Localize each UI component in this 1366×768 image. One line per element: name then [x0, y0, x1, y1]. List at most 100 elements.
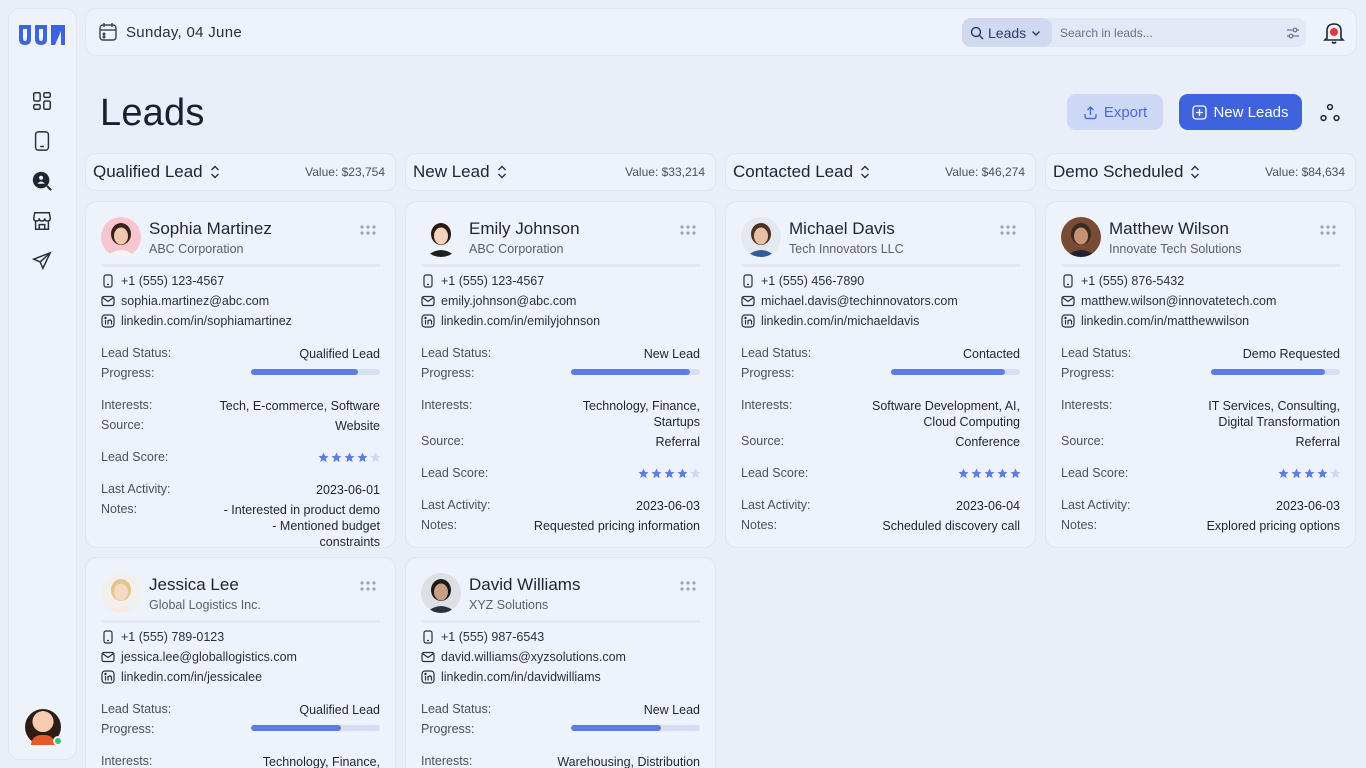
sort-icon[interactable]: [1189, 165, 1201, 179]
linkedin-icon: [421, 314, 435, 328]
lead-phone[interactable]: +1 (555) 987-6543: [421, 630, 544, 644]
interests-value: Technology, Finance,: [263, 754, 380, 768]
interests-line: IT Services, Consulting,: [1208, 399, 1340, 413]
lead-email[interactable]: david.williams@xyzsolutions.com: [421, 650, 626, 664]
star-icon: [370, 452, 381, 463]
more-options-icon[interactable]: [1318, 101, 1342, 125]
linkedin-text: linkedin.com/in/sophiamartinez: [121, 314, 292, 328]
lead-linkedin[interactable]: linkedin.com/in/matthewwilson: [1061, 314, 1249, 328]
lead-linkedin[interactable]: linkedin.com/in/davidwilliams: [421, 670, 601, 684]
notes-label: Notes:: [421, 518, 458, 532]
drag-handle-icon[interactable]: [359, 224, 377, 236]
star-icon: [651, 468, 662, 479]
notes-line: Requested pricing information: [533, 519, 700, 533]
lead-linkedin[interactable]: linkedin.com/in/jessicalee: [101, 670, 262, 684]
status-value: Qualified Lead: [299, 703, 380, 717]
status-label: Lead Status:: [101, 346, 172, 360]
sort-icon[interactable]: [859, 165, 871, 179]
sort-icon[interactable]: [496, 165, 508, 179]
progress-fill: [251, 725, 342, 731]
email-text: david.williams@xyzsolutions.com: [441, 650, 626, 664]
interests-row: Interests: Software Development, AI, Cloud…: [741, 398, 1020, 430]
lead-email[interactable]: sophia.martinez@abc.com: [101, 294, 269, 308]
lead-phone[interactable]: +1 (555) 789-0123: [101, 630, 224, 644]
column-title: Demo Scheduled: [1053, 162, 1184, 181]
drag-handle-icon[interactable]: [1319, 224, 1337, 236]
lead-phone[interactable]: +1 (555) 456-7890: [741, 274, 864, 288]
lead-card[interactable]: Jessica Lee Global Logistics Inc. +1 (555)…: [85, 557, 396, 768]
page-title: Leads: [100, 92, 205, 134]
drag-handle-icon[interactable]: [359, 580, 377, 592]
lead-card[interactable]: Michael Davis Tech Innovators LLC +1 (555)…: [725, 201, 1036, 548]
notes-value: Explored pricing options: [1207, 518, 1340, 534]
filter-icon[interactable]: [1280, 26, 1306, 40]
score-label: Lead Score:: [101, 450, 169, 464]
status-value: Contacted: [963, 347, 1020, 361]
lead-email[interactable]: matthew.wilson@innovatetech.com: [1061, 294, 1276, 308]
notes-row: Notes: Requested pricing information: [421, 518, 700, 534]
source-value: Conference: [955, 435, 1020, 449]
activity-value: 2023-06-03: [1276, 499, 1340, 513]
status-value: New Lead: [643, 703, 700, 717]
search-scope-dropdown[interactable]: Leads: [962, 18, 1052, 47]
lead-card[interactable]: Emily Johnson ABC Corporation +1 (555) 123…: [405, 201, 716, 548]
user-avatar[interactable]: [25, 709, 63, 746]
lead-email[interactable]: michael.davis@techinnovators.com: [741, 294, 958, 308]
lead-phone[interactable]: +1 (555) 123-4567: [101, 274, 224, 288]
lead-score-stars: [318, 452, 381, 463]
lead-email[interactable]: jessica.lee@globallogistics.com: [101, 650, 297, 664]
phone-icon: [1063, 274, 1073, 288]
column-value: Value: $84,634: [1265, 165, 1345, 179]
lead-card[interactable]: David Williams XYZ Solutions +1 (555) 987-…: [405, 557, 716, 768]
mail-icon: [741, 295, 755, 307]
status-row: Lead Status: Qualified Lead: [101, 702, 380, 718]
progress-fill: [251, 369, 359, 375]
dashboard-icon[interactable]: [30, 89, 54, 113]
calendar-icon: [99, 23, 117, 41]
lead-name: Emily Johnson: [469, 219, 580, 238]
interests-line: Technology, Finance,: [582, 399, 700, 413]
lead-card[interactable]: Sophia Martinez ABC Corporation +1 (555) 1…: [85, 201, 396, 548]
export-button[interactable]: Export: [1067, 94, 1163, 130]
source-row: Source: Website: [101, 418, 380, 434]
search-bar: Leads: [962, 18, 1306, 47]
leads-search-icon[interactable]: [30, 169, 54, 193]
linkedin-text: linkedin.com/in/emilyjohnson: [441, 314, 601, 328]
lead-linkedin[interactable]: linkedin.com/in/michaeldavis: [741, 314, 919, 328]
lead-card[interactable]: Matthew Wilson Innovate Tech Solutions +1 …: [1045, 201, 1356, 548]
interests-value: IT Services, Consulting, Digital Transfor…: [1208, 398, 1340, 430]
progress-bar: [1211, 369, 1340, 375]
interests-row: Interests: IT Services, Consulting, Digita…: [1061, 398, 1340, 430]
lead-linkedin[interactable]: linkedin.com/in/sophiamartinez: [101, 314, 292, 328]
search-input[interactable]: [1052, 25, 1280, 40]
mobile-icon[interactable]: [30, 129, 54, 153]
notification-bell-icon[interactable]: [1323, 21, 1345, 45]
phone-text: +1 (555) 987-6543: [441, 630, 545, 644]
activity-value: 2023-06-01: [316, 483, 380, 497]
linkedin-text: linkedin.com/in/jessicalee: [121, 670, 263, 684]
lead-email[interactable]: emily.johnson@abc.com: [421, 294, 576, 308]
app-logo[interactable]: [17, 21, 69, 49]
progress-label: Progress:: [1061, 366, 1115, 380]
lead-phone[interactable]: +1 (555) 876-5432: [1061, 274, 1184, 288]
add-square-icon: [1192, 104, 1208, 120]
lead-phone[interactable]: +1 (555) 123-4567: [421, 274, 544, 288]
interests-label: Interests:: [741, 398, 793, 412]
drag-handle-icon[interactable]: [999, 224, 1017, 236]
source-label: Source:: [1061, 434, 1105, 448]
column-header: Demo Scheduled Value: $84,634: [1045, 153, 1356, 191]
drag-handle-icon[interactable]: [679, 224, 697, 236]
lead-linkedin[interactable]: linkedin.com/in/emilyjohnson: [421, 314, 600, 328]
lead-name: Matthew Wilson: [1109, 219, 1229, 238]
new-leads-button[interactable]: New Leads: [1179, 94, 1302, 130]
column-title: Qualified Lead: [93, 162, 203, 181]
mail-icon: [421, 651, 435, 663]
interests-line: Tech, E-commerce, Software: [219, 399, 380, 413]
interests-label: Interests:: [421, 754, 473, 768]
drag-handle-icon[interactable]: [679, 580, 697, 592]
top-bar: Sunday, 04 June Leads: [85, 8, 1357, 56]
send-icon[interactable]: [30, 249, 54, 273]
sort-icon[interactable]: [209, 165, 221, 179]
store-icon[interactable]: [30, 209, 54, 233]
interests-value: Tech, E-commerce, Software: [220, 398, 380, 414]
